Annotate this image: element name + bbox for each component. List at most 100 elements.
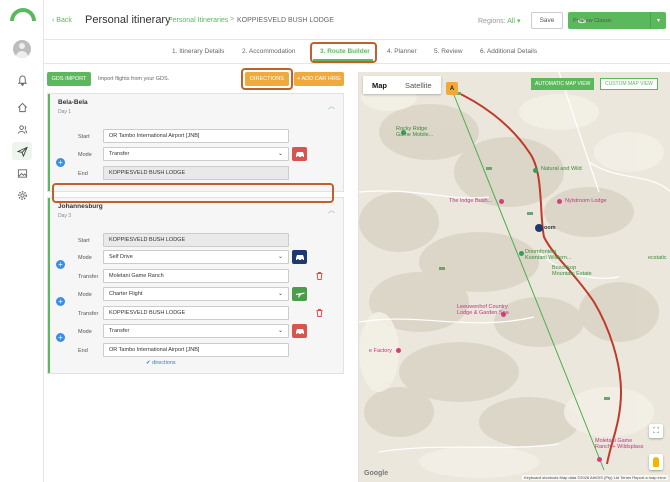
users-icon[interactable] xyxy=(12,120,32,138)
place-lodge-bush[interactable]: The lodge Bush... xyxy=(449,198,492,204)
add-leg-icon[interactable]: + xyxy=(56,260,65,269)
place-doornfontein[interactable]: Doornfontein Koentani Wildern... xyxy=(525,249,571,261)
mode-label: Mode xyxy=(78,329,92,335)
add-car-hire-button[interactable]: + ADD CAR HIRE xyxy=(294,72,344,86)
directions-button[interactable]: DIRECTIONS xyxy=(245,72,289,86)
tab-accommodation[interactable]: 2. Accommodation xyxy=(242,48,295,55)
back-label: Back xyxy=(56,17,72,24)
trash-icon[interactable] xyxy=(316,309,323,317)
card-title: Bela-Bela xyxy=(58,99,88,106)
mode-select-charter[interactable]: Charter Flight ⌄ xyxy=(103,287,289,301)
route-panel: GDS IMPORT Import flights from your GDS.… xyxy=(44,64,354,482)
mode-value: Charter Flight xyxy=(109,291,143,297)
fullscreen-icon[interactable]: ⛶ xyxy=(649,424,663,438)
end-label: End xyxy=(78,348,88,354)
gds-import-button[interactable]: GDS IMPORT xyxy=(47,72,91,86)
day-card-johannesburg: Johannesburg Day 3 ︿ Start KOPPIESVELD B… xyxy=(47,197,344,374)
start-label: Start xyxy=(78,134,90,140)
directions-link[interactable]: ✔ directions xyxy=(146,360,176,366)
app-logo xyxy=(10,8,36,21)
pegman-icon[interactable] xyxy=(649,454,663,470)
mode-value: Self Drive xyxy=(109,254,133,260)
card-title: Johannesburg xyxy=(58,203,103,210)
send-icon[interactable] xyxy=(12,142,32,160)
chevron-up-icon[interactable]: ︿ xyxy=(328,205,335,215)
tab-planner[interactable]: 4. Planner xyxy=(387,48,417,55)
mode-select[interactable]: Transfer ⌄ xyxy=(103,147,289,161)
plane-icon[interactable] xyxy=(292,287,307,301)
image-icon[interactable] xyxy=(12,164,32,182)
transfer-label: Transfer xyxy=(78,274,99,280)
place-moletani[interactable]: Moletani Game Ranch + Wildsplass xyxy=(595,438,643,450)
car-icon[interactable] xyxy=(292,324,307,338)
avatar[interactable] xyxy=(13,40,31,58)
day-card-bela-bela: Bela-Bela Day 1 ︿ Start OR Tambo Interna… xyxy=(47,93,344,192)
tab-additional-details[interactable]: 6. Additional Details xyxy=(480,48,537,55)
top-bar: ‹ Back Personal itinerary Personal Itine… xyxy=(44,0,670,40)
self-drive-highlight xyxy=(52,183,334,203)
preview-classic-label: Preview Classic xyxy=(573,17,612,24)
marker-a[interactable]: A xyxy=(446,82,458,95)
back-link[interactable]: ‹ Back xyxy=(52,17,72,24)
place-ecstatic[interactable]: ecstatic xyxy=(648,255,667,261)
map-attribution[interactable]: Keyboard shortcuts Map data ©2026 AfriGI… xyxy=(521,475,668,480)
place-room[interactable]: oom xyxy=(544,225,556,231)
page-title: Personal itinerary xyxy=(85,14,171,26)
regions-label: Regions: xyxy=(478,18,506,25)
add-leg-icon[interactable]: + xyxy=(56,333,65,342)
place-rocky-ridge[interactable]: Rocky Ridge Game Mobile... xyxy=(396,126,433,138)
start-label: Start xyxy=(78,238,90,244)
preview-dropdown-toggle[interactable]: ▾ xyxy=(650,12,666,29)
mode-select-transfer[interactable]: Transfer ⌄ xyxy=(103,324,289,338)
bell-icon[interactable] xyxy=(12,71,32,89)
mode-value: Transfer xyxy=(109,151,130,157)
car-marker-icon[interactable] xyxy=(535,224,543,232)
wizard-steps: 1. Itinerary Details 2. Accommodation 3.… xyxy=(44,40,670,64)
place-pin-icon xyxy=(557,199,562,204)
chevron-up-icon[interactable]: ︿ xyxy=(328,101,335,111)
car-icon[interactable] xyxy=(292,147,307,161)
place-leeuwenhof[interactable]: Leeuwenhof Country Lodge & Garden Spa xyxy=(457,304,509,316)
transfer-label: Transfer xyxy=(78,311,99,317)
car-icon[interactable] xyxy=(292,250,307,264)
home-icon[interactable] xyxy=(12,98,32,116)
map-tab-map[interactable]: Map xyxy=(363,76,396,94)
map-tab-satellite[interactable]: Satellite xyxy=(396,76,441,94)
transfer-field[interactable]: Moletani Game Ranch xyxy=(103,269,289,283)
place-boschkop[interactable]: Boschkop Mountain Estate xyxy=(552,265,592,277)
start-field[interactable]: KOPPIESVELD BUSH LODGE xyxy=(103,233,289,247)
google-logo: Google xyxy=(364,470,389,477)
place-pin-icon xyxy=(597,457,602,462)
place-pin-icon xyxy=(396,348,401,353)
preview-classic-button[interactable]: Preview Classic ▾ xyxy=(568,12,666,29)
place-factory[interactable]: e Factory xyxy=(369,348,392,354)
start-field[interactable]: OR Tambo International Airport [JNB] xyxy=(103,129,289,143)
add-leg-icon[interactable]: + xyxy=(56,297,65,306)
trash-icon[interactable] xyxy=(316,272,323,280)
tab-itinerary-details[interactable]: 1. Itinerary Details xyxy=(172,48,224,55)
tab-review[interactable]: 5. Review xyxy=(434,48,463,55)
sidebar xyxy=(0,0,44,482)
mode-select-self-drive[interactable]: Self Drive ⌄ xyxy=(103,250,289,264)
place-pin-icon xyxy=(533,168,538,173)
end-field[interactable]: KOPPIESVELD BUSH LODGE xyxy=(103,166,289,180)
custom-map-view-button[interactable]: CUSTOM MAP VIEW xyxy=(600,78,658,90)
breadcrumb-separator: > xyxy=(230,16,235,23)
mode-label: Mode xyxy=(78,292,92,298)
save-button[interactable]: Save xyxy=(531,12,563,29)
gds-import-text: Import flights from your GDS. xyxy=(98,76,170,82)
end-field[interactable]: OR Tambo International Airport [JNB] xyxy=(103,343,289,357)
regions-filter[interactable]: Regions: All ▾ xyxy=(478,17,520,25)
end-label: End xyxy=(78,171,88,177)
place-natural-wild[interactable]: Natural and Wild xyxy=(541,166,582,172)
card-subtitle: Day 3 xyxy=(58,213,72,219)
breadcrumb-link[interactable]: Personal Itineraries xyxy=(168,17,228,24)
automatic-map-view-button[interactable]: AUTOMATIC MAP VIEW xyxy=(531,78,595,90)
place-nylstroom[interactable]: Nylstroom Lodge xyxy=(565,198,607,204)
mode-label: Mode xyxy=(78,255,92,261)
card-subtitle: Day 1 xyxy=(58,109,72,115)
gear-icon[interactable] xyxy=(12,186,32,204)
route-map[interactable]: Map Satellite AUTOMATIC MAP VIEW CUSTOM … xyxy=(358,72,670,482)
transfer-field[interactable]: KOPPIESVELD BUSH LODGE xyxy=(103,306,289,320)
add-leg-icon[interactable]: + xyxy=(56,158,65,167)
